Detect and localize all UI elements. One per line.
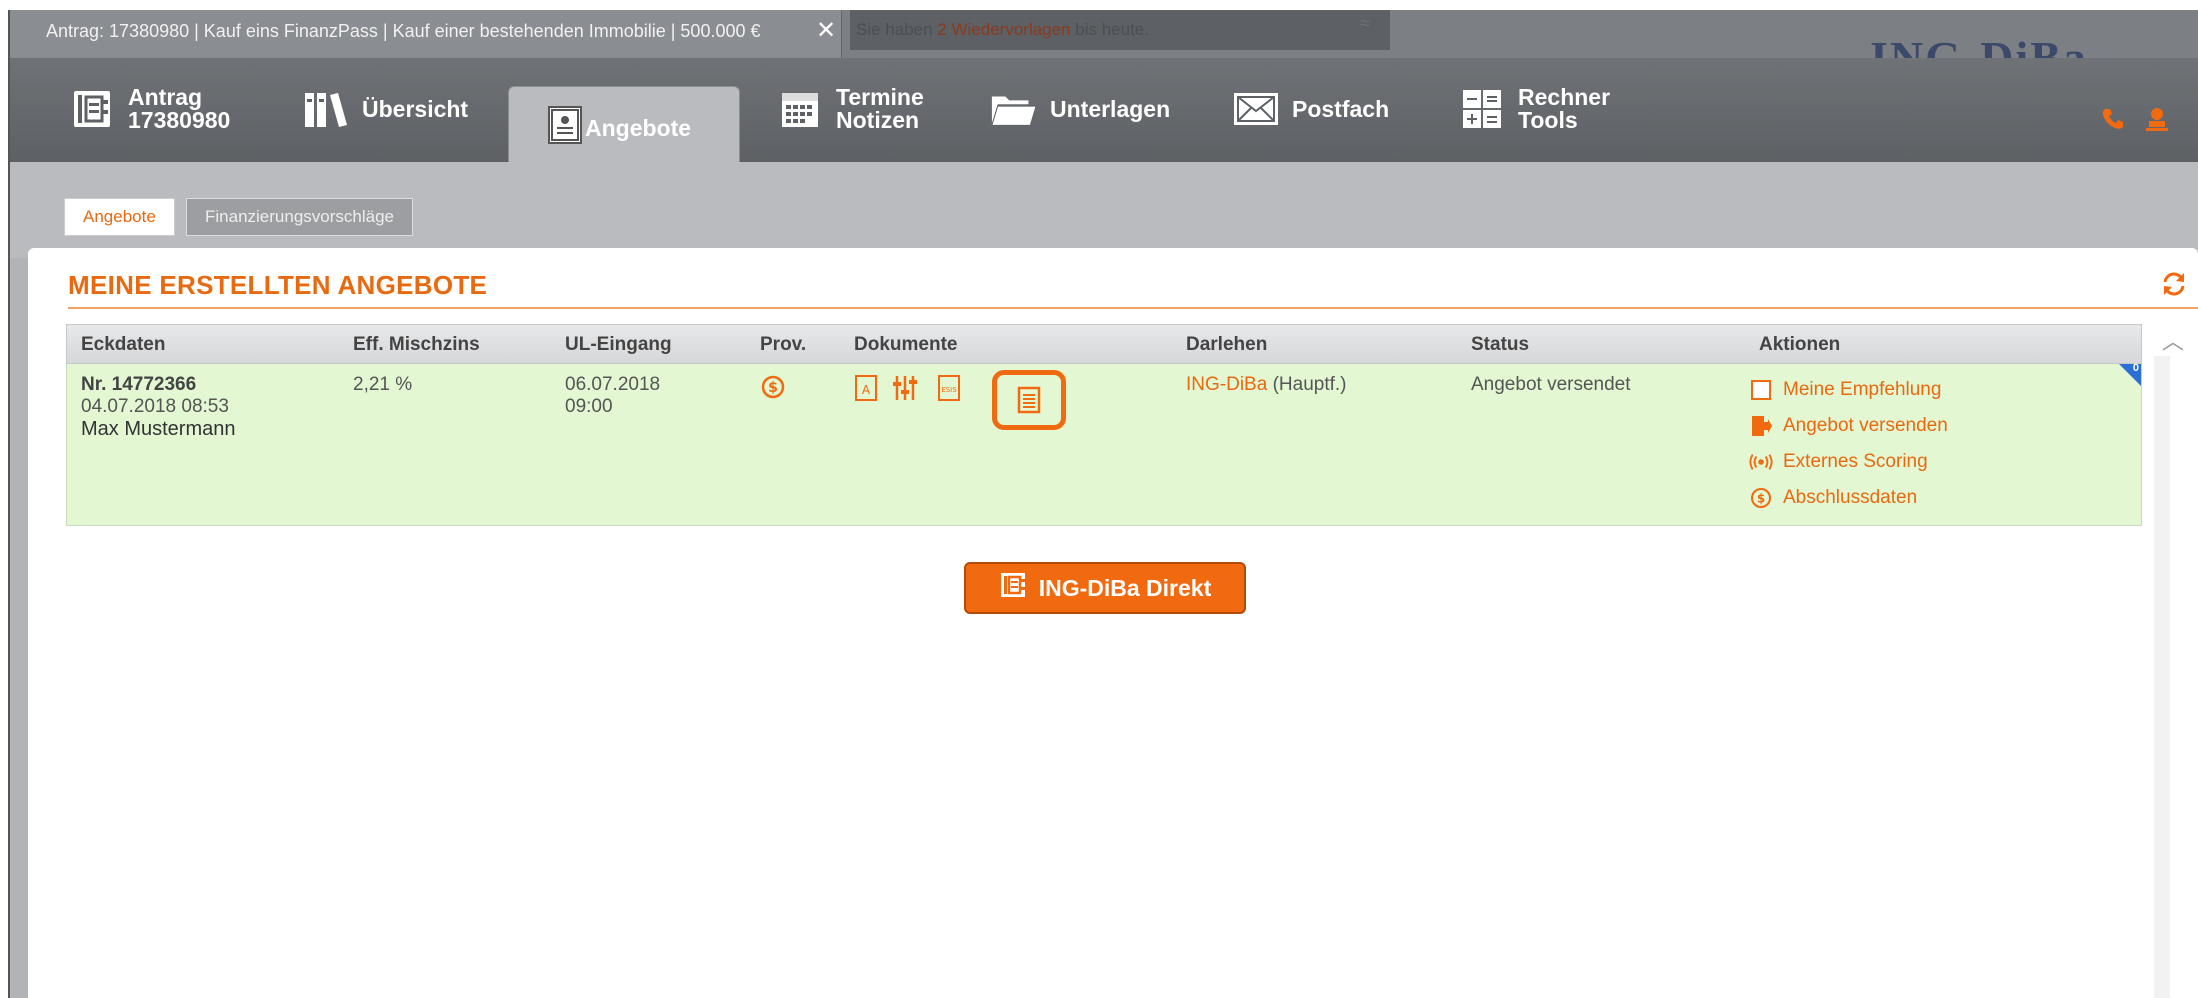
- esis-document-icon[interactable]: ESIS: [937, 374, 963, 402]
- nav-item-angebote[interactable]: Angebote: [545, 105, 691, 151]
- nav-item-antrag[interactable]: Antrag 17380980: [68, 78, 230, 140]
- svg-text:A: A: [862, 383, 871, 397]
- action-meine-empfehlung[interactable]: Meine Empfehlung: [1749, 372, 1948, 408]
- nav-item-termine[interactable]: Termine Notizen: [776, 78, 924, 140]
- column-header-mischzins[interactable]: Eff. Mischzins: [353, 334, 480, 356]
- envelope-icon: [1232, 87, 1280, 131]
- user-icon[interactable]: [2144, 106, 2170, 137]
- nav-item-postfach[interactable]: Postfach: [1232, 78, 1389, 140]
- sub-navigation: Angebote Finanzierungsvorschläge: [10, 162, 2198, 258]
- cell-eckdaten: Nr. 14772366 04.07.2018 08:53 Max Muster…: [81, 374, 236, 440]
- table-row: 0 Nr. 14772366 04.07.2018 08:53 Max Must…: [66, 362, 2142, 526]
- panel-title: MEINE ERSTELLTEN ANGEBOTE: [68, 270, 488, 300]
- cell-ul-eingang: 06.07.2018 09:00: [565, 374, 660, 418]
- close-tab-icon[interactable]: ✕: [810, 10, 842, 58]
- direkt-button-label: ING-DiBa Direkt: [1038, 574, 1212, 601]
- offer-created-date: 04.07.2018 08:53: [81, 396, 229, 417]
- application-tab[interactable]: Antrag: 17380980 | Kauf eins FinanzPass …: [10, 10, 842, 58]
- phone-icon[interactable]: [2100, 106, 2126, 137]
- action-externes-scoring[interactable]: Externes Scoring: [1749, 444, 1948, 480]
- column-header-darlehen[interactable]: Darlehen: [1186, 334, 1267, 356]
- svg-text:$: $: [768, 380, 778, 396]
- nav-item-rechner[interactable]: Rechner Tools: [1458, 78, 1610, 140]
- reminder-count[interactable]: 2 Wiedervorlagen: [937, 20, 1070, 39]
- binders-icon: [302, 87, 350, 131]
- folder-icon: [990, 87, 1038, 131]
- dollar-circle-icon[interactable]: $: [760, 374, 786, 402]
- offer-document-icon: [545, 105, 585, 151]
- application-tab-title: Antrag: 17380980 | Kauf eins FinanzPass …: [46, 21, 761, 41]
- column-header-ul-eingang[interactable]: UL-Eingang: [565, 334, 672, 356]
- ing-diba-logo: ING-DiBa: [1870, 32, 2088, 58]
- address-book-icon: [999, 571, 1027, 605]
- top-tab-strip: Antrag: 17380980 | Kauf eins FinanzPass …: [10, 10, 2198, 58]
- highlighted-document-icon-frame[interactable]: [992, 370, 1066, 430]
- reminder-notice[interactable]: Sie haben 2 Wiedervorlagen bis heute.: [850, 10, 1390, 50]
- column-header-dokumente[interactable]: Dokumente: [854, 334, 957, 356]
- address-book-icon: [68, 87, 116, 131]
- table-header: Eckdaten Eff. Mischzins UL-Eingang Prov.…: [66, 324, 2142, 364]
- collapse-notice-icon[interactable]: ≈: [1350, 10, 1380, 40]
- broadcast-icon: [1749, 450, 1773, 474]
- main-navigation: Angebote Antrag 17380980 Übersicht Termin…: [10, 58, 2198, 176]
- sliders-icon[interactable]: [892, 374, 918, 402]
- nav-item-unterlagen[interactable]: Unterlagen: [990, 78, 1170, 140]
- dollar-circle-icon: $: [1749, 486, 1773, 510]
- cell-darlehen: ING-DiBa (Hauptf.): [1186, 374, 1347, 395]
- ul-date: 06.07.2018: [565, 374, 661, 395]
- scroll-up-icon[interactable]: ︿: [2162, 324, 2184, 356]
- checkbox-icon[interactable]: [1749, 378, 1773, 402]
- calendar-icon: [776, 87, 824, 131]
- column-header-eckdaten[interactable]: Eckdaten: [81, 334, 165, 356]
- calculator-icon: [1458, 87, 1506, 131]
- action-angebot-versenden[interactable]: Angebot versenden: [1749, 408, 1948, 444]
- send-door-icon: [1749, 414, 1773, 438]
- column-header-prov[interactable]: Prov.: [760, 334, 806, 356]
- column-header-aktionen[interactable]: Aktionen: [1759, 334, 1840, 356]
- offer-number: Nr. 14772366: [81, 374, 197, 395]
- cell-actions: Meine Empfehlung Angebot versenden Exter…: [1749, 372, 1948, 516]
- svg-text:$: $: [1757, 492, 1765, 506]
- list-document-icon: [1017, 386, 1041, 414]
- subtab-finanzierungsvorschlaege[interactable]: Finanzierungsvorschläge: [186, 198, 413, 236]
- vertical-scrollbar[interactable]: [2154, 356, 2170, 998]
- lender-link[interactable]: ING-DiBa: [1186, 374, 1267, 395]
- svg-text:ESIS: ESIS: [941, 386, 957, 394]
- cell-rate: 2,21 %: [353, 374, 413, 395]
- cell-status: Angebot versendet: [1471, 374, 1631, 395]
- ul-time: 09:00: [565, 396, 613, 417]
- app-frame: Antrag: 17380980 | Kauf eins FinanzPass …: [8, 10, 2198, 998]
- nav-right-tools: [2100, 106, 2170, 137]
- refresh-icon[interactable]: [2160, 270, 2190, 300]
- corner-badge-count: 0: [2132, 362, 2139, 374]
- nav-item-uebersicht[interactable]: Übersicht: [302, 78, 468, 140]
- action-abschlussdaten[interactable]: $ Abschlussdaten: [1749, 480, 1948, 516]
- subtab-angebote[interactable]: Angebote: [64, 198, 175, 236]
- pdf-document-icon[interactable]: A: [854, 374, 880, 402]
- nav-label-angebote: Angebote: [585, 114, 692, 141]
- ing-diba-direkt-button[interactable]: ING-DiBa Direkt: [964, 562, 1246, 614]
- offers-panel: MEINE ERSTELLTEN ANGEBOTE ︿ Eckdaten Eff…: [28, 248, 2198, 998]
- offers-table: Eckdaten Eff. Mischzins UL-Eingang Prov.…: [66, 324, 2142, 526]
- title-divider: [68, 307, 2198, 309]
- column-header-status[interactable]: Status: [1471, 334, 1529, 356]
- customer-name: Max Mustermann: [81, 418, 236, 440]
